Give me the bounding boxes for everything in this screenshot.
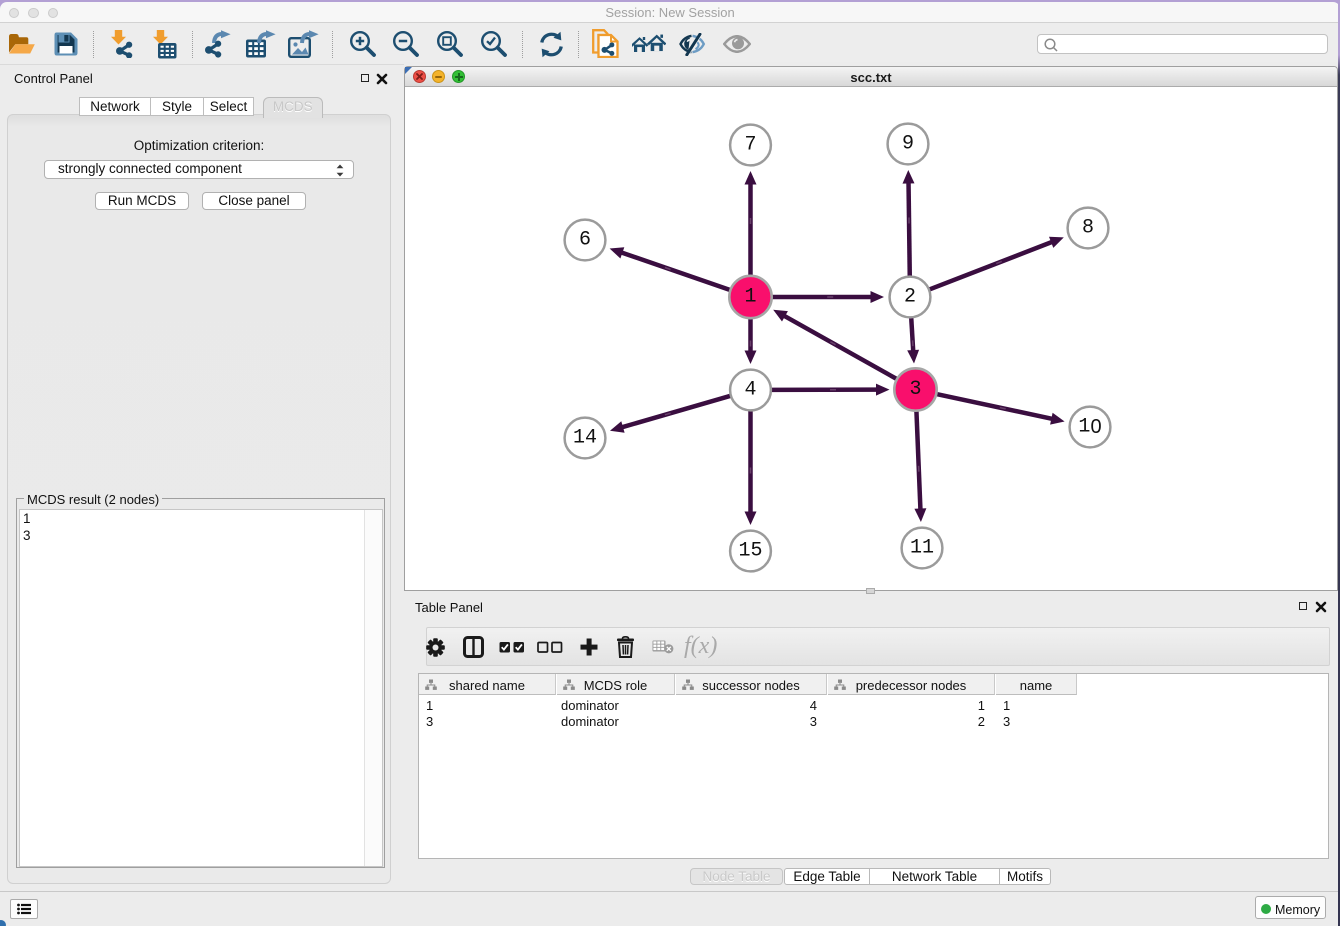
- svg-text:11: 11: [910, 537, 934, 560]
- svg-text:8: 8: [1082, 217, 1094, 240]
- svg-text:15: 15: [738, 540, 762, 563]
- svg-text:9: 9: [902, 133, 914, 156]
- svg-text:4: 4: [744, 379, 756, 402]
- svg-text:3: 3: [909, 378, 921, 401]
- svg-text:2: 2: [904, 286, 916, 309]
- svg-text:1: 1: [744, 286, 756, 309]
- svg-text:10: 10: [1078, 416, 1101, 439]
- svg-text:6: 6: [579, 229, 591, 252]
- svg-text:14: 14: [573, 427, 597, 450]
- svg-text:7: 7: [744, 134, 756, 157]
